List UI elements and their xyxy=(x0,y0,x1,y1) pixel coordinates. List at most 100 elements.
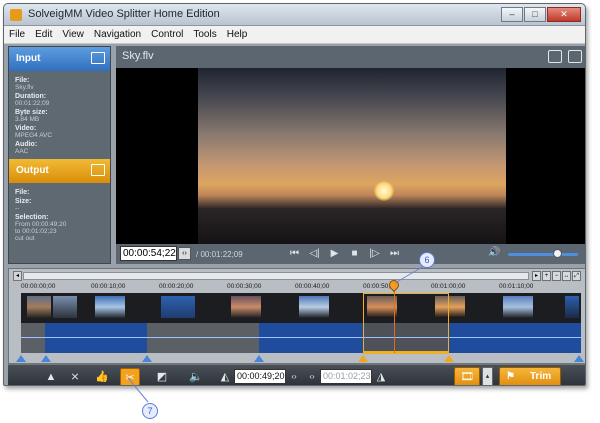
menu-edit[interactable]: Edit xyxy=(30,26,57,43)
output-file-label: File: xyxy=(15,189,30,196)
tick-label: 00:00:10;00 xyxy=(91,283,126,290)
marker-icon[interactable] xyxy=(142,355,152,362)
thumbnail xyxy=(231,296,261,318)
snapshot-icon[interactable] xyxy=(548,50,562,63)
info-panel: Input File: Sky.flv Duration: 00:01:22;0… xyxy=(8,46,111,264)
waveform-segment-excluded xyxy=(21,323,45,353)
scroll-right-button[interactable]: ▸ xyxy=(532,271,541,281)
flag-icon: ⚑ xyxy=(506,371,515,382)
tick-label: 00:01:00;00 xyxy=(431,283,466,290)
output-info: File: Size: -- Selection: From 00:00:49;… xyxy=(9,183,110,246)
title-bar: SolveigMM Video Splitter Home Edition – … xyxy=(4,4,585,26)
step-back-icon[interactable]: ◁| xyxy=(306,247,323,260)
save-icon[interactable] xyxy=(91,164,105,176)
thumbnail xyxy=(53,296,77,318)
menu-navigation[interactable]: Navigation xyxy=(89,26,146,43)
output-format-dropdown[interactable]: ▴ xyxy=(482,367,493,385)
menu-help[interactable]: Help xyxy=(222,26,253,43)
play-icon[interactable]: ▶ xyxy=(326,247,343,260)
input-duration-label: Duration: xyxy=(15,93,47,100)
end-time-field[interactable]: 00:01:02;23 xyxy=(320,369,372,384)
input-audio-value: AAC xyxy=(15,148,29,155)
input-file-label: File: xyxy=(15,77,30,84)
video-player: Sky.flv 00:00:54;22 ‹› / 00:01:22;09 ⏮ ◁… xyxy=(116,46,585,264)
output-selection-label: Selection: xyxy=(15,214,49,221)
app-logo-icon xyxy=(10,9,22,21)
input-video-value: MPEG4 AVC xyxy=(15,132,53,139)
minimize-button[interactable]: – xyxy=(501,7,523,22)
cut-fragment-icon[interactable]: ✂ xyxy=(120,368,140,385)
thumbnail xyxy=(161,296,195,318)
timeline: ◂ ▸ + − ↔ ⤢ 00:00:00;00 00:00:10;00 00:0… xyxy=(8,268,585,364)
thumbnail xyxy=(299,296,329,318)
selected-fragment[interactable] xyxy=(363,293,449,353)
marker-icon[interactable] xyxy=(41,355,51,362)
video-frame xyxy=(198,68,506,244)
output-selection-to: to 00:01:02;23 xyxy=(15,228,57,235)
output-format-button[interactable]: 🎞 xyxy=(454,367,480,385)
selected-fragment-band xyxy=(363,351,449,354)
stop-icon[interactable]: ■ xyxy=(346,247,363,260)
thumbnail xyxy=(565,296,579,318)
marker-start-icon[interactable] xyxy=(358,355,368,362)
invert-selection-icon[interactable]: ◩ xyxy=(154,368,170,385)
marker-icon[interactable] xyxy=(254,355,264,362)
zoom-fit-icon[interactable]: ↔ xyxy=(562,271,571,281)
set-end-icon[interactable]: ◮ xyxy=(374,368,388,385)
thumb-up-icon[interactable]: 👍 xyxy=(94,368,110,385)
menu-tools[interactable]: Tools xyxy=(188,26,221,43)
waveform-center-line xyxy=(21,337,581,338)
remove-marker-icon[interactable]: ⨯ xyxy=(68,368,82,385)
zoom-in-icon[interactable]: + xyxy=(542,271,551,281)
volume-thumb[interactable] xyxy=(553,249,562,258)
step-forward-icon[interactable]: |▷ xyxy=(366,247,383,260)
start-time-field[interactable]: 00:00:49;20 xyxy=(234,369,286,384)
menu-control[interactable]: Control xyxy=(146,26,188,43)
maximize-button[interactable]: □ xyxy=(524,7,546,22)
input-audio-label: Audio: xyxy=(15,141,38,148)
add-marker-icon[interactable]: ▲ xyxy=(44,368,58,385)
trim-label: Trim xyxy=(530,371,552,382)
thumbnail xyxy=(27,296,51,318)
marker-icon[interactable] xyxy=(16,355,26,362)
volume-icon[interactable]: 🔊 xyxy=(488,247,500,258)
tick-label: 00:00:00;00 xyxy=(21,283,56,290)
end-time-stepper[interactable]: ‹› xyxy=(306,368,318,385)
set-start-icon[interactable]: ◭ xyxy=(218,368,232,385)
prev-marker-icon[interactable]: ⏮ xyxy=(286,247,303,260)
volume-slider[interactable] xyxy=(508,253,578,256)
menu-file[interactable]: File xyxy=(4,26,30,43)
trim-button[interactable]: ⚑ Trim xyxy=(499,367,561,385)
output-selection-mode: cut out xyxy=(15,235,35,242)
next-marker-icon[interactable]: ⏭ xyxy=(386,247,403,260)
thumbnail xyxy=(95,296,125,318)
mute-icon[interactable]: 🔈 xyxy=(188,368,204,385)
zoom-out-icon[interactable]: − xyxy=(552,271,561,281)
output-title: Output xyxy=(16,165,49,176)
input-video-label: Video: xyxy=(15,125,37,132)
start-time-stepper[interactable]: ‹› xyxy=(288,368,300,385)
time-stepper[interactable]: ‹› xyxy=(178,247,191,260)
playhead-line[interactable] xyxy=(394,283,395,353)
marker-end-icon[interactable] xyxy=(444,355,454,362)
output-header: Output xyxy=(9,159,110,183)
input-file-value: Sky.flv xyxy=(15,84,34,91)
current-time-field[interactable]: 00:00:54;22 xyxy=(120,246,177,261)
output-selection-from: From 00:00:49;20 xyxy=(15,221,67,228)
open-folder-icon[interactable] xyxy=(91,52,105,64)
timeline-scrollbar[interactable] xyxy=(23,272,529,280)
callout-7: 7 xyxy=(142,403,158,419)
zoom-all-icon[interactable]: ⤢ xyxy=(572,271,581,281)
folder-icon[interactable] xyxy=(568,50,582,63)
sunset-sun xyxy=(374,181,394,201)
app-window: SolveigMM Video Splitter Home Edition – … xyxy=(3,3,586,386)
tick-label: 00:00:20;00 xyxy=(159,283,194,290)
audio-waveform xyxy=(21,323,581,353)
scroll-left-button[interactable]: ◂ xyxy=(13,271,22,281)
player-filename: Sky.flv xyxy=(122,50,154,62)
menu-view[interactable]: View xyxy=(57,26,89,43)
close-button[interactable]: ✕ xyxy=(547,7,581,22)
tick-label: 00:01:10;00 xyxy=(499,283,534,290)
window-title: SolveigMM Video Splitter Home Edition xyxy=(28,8,220,20)
marker-icon[interactable] xyxy=(574,355,584,362)
